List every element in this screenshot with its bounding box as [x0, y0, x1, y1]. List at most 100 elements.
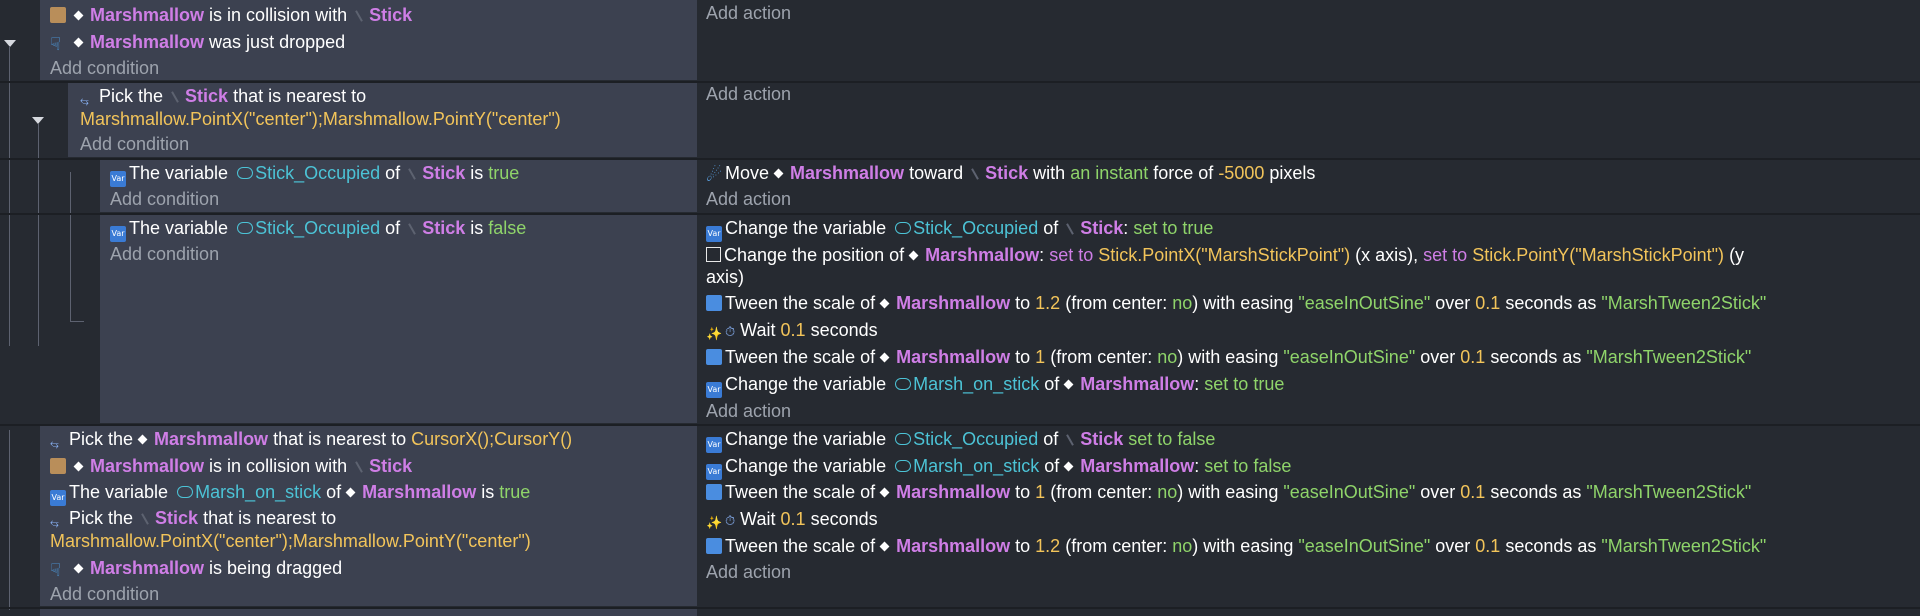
action-text: Change the variable [725, 374, 887, 394]
action-text: Tween the scale of [725, 293, 876, 313]
collapse-event-2-chevron-down-icon[interactable] [32, 117, 44, 124]
add-condition-button[interactable]: Add condition [50, 583, 159, 605]
action-move-toward[interactable]: ☄ Move Marshmallow toward Stick with an in… [706, 162, 1315, 185]
object-variable-icon [237, 167, 254, 179]
action-text: of [1044, 456, 1060, 476]
condition-text: of [385, 218, 401, 238]
action-wait[interactable]: ✨ ⏱ Wait 0.1 seconds [706, 319, 878, 341]
object-name: Marshmallow [896, 536, 1011, 556]
condition-collision[interactable]: Marshmallow is in collision with Stick [50, 455, 412, 477]
event-4-conditions[interactable]: Var The variable Stick_Occupied of Stick … [100, 215, 697, 423]
stick-icon [141, 513, 149, 525]
stick-icon [355, 461, 363, 473]
event-2-conditions[interactable]: ⥃ Pick the Stick that is nearest to Marsh… [68, 83, 697, 157]
collapse-event-1-chevron-down-icon[interactable] [4, 40, 16, 47]
add-action-button[interactable]: Add action [706, 400, 791, 422]
force-type: an instant [1070, 163, 1149, 183]
action-wait[interactable]: ✨ ⏱ Wait 0.1 seconds [706, 508, 878, 530]
drag-icon: ☟ [50, 560, 61, 580]
action-tween-scale[interactable]: Tween the scale of Marshmallow to 1.2 (fr… [706, 292, 1766, 314]
tween-icon [706, 484, 722, 500]
variable-icon: Var [706, 382, 722, 398]
condition-text: that is nearest to [203, 508, 337, 528]
stick-icon [355, 10, 363, 22]
tree-line [9, 46, 10, 346]
add-condition-button[interactable]: Add condition [110, 188, 219, 210]
action-change-variable[interactable]: Var Change the variable Stick_Occupied of… [706, 428, 1215, 453]
add-condition-button[interactable]: Add condition [50, 57, 159, 79]
action-tween-scale[interactable]: Tween the scale of Marshmallow to 1.2 (fr… [706, 535, 1766, 557]
condition-variable-check[interactable]: Var The variable Stick_Occupied of Stick … [110, 217, 526, 242]
action-text: of [1044, 374, 1060, 394]
easing-value: "easeInOutSine" [1283, 482, 1416, 502]
action-change-variable[interactable]: Var Change the variable Stick_Occupied of… [706, 217, 1213, 242]
variable-icon: Var [110, 226, 126, 242]
position-expression: Marshmallow.PointX("center");Marshmallow… [80, 109, 561, 129]
event-3-actions[interactable]: ☄ Move Marshmallow toward Stick with an in… [699, 160, 1920, 212]
action-tween-scale[interactable]: Tween the scale of Marshmallow to 1 (from… [706, 481, 1751, 503]
event-2-actions[interactable]: Add action [699, 83, 1920, 157]
condition-variable-check[interactable]: Var The variable Marsh_on_stick of Marshma… [50, 481, 531, 506]
object-name: Marshmallow [1080, 374, 1195, 394]
action-tween-scale[interactable]: Tween the scale of Marshmallow to 1 (from… [706, 346, 1751, 368]
easing-value: "easeInOutSine" [1298, 536, 1431, 556]
action-change-variable[interactable]: Var Change the variable Marsh_on_stick of… [706, 373, 1284, 398]
condition-text: Pick the [69, 429, 134, 449]
variable-name: Stick_Occupied [255, 163, 381, 183]
action-text: over [1435, 536, 1471, 556]
add-action-button[interactable]: Add action [706, 561, 791, 583]
object-variable-icon [895, 433, 912, 445]
next-event-conditions[interactable] [40, 609, 697, 616]
add-action-button[interactable]: Add action [706, 188, 791, 210]
condition-collision[interactable]: Marshmallow is in collision with Stick [50, 4, 412, 26]
condition-text: of [385, 163, 401, 183]
add-condition-button[interactable]: Add condition [80, 133, 189, 155]
easing-value: "easeInOutSine" [1283, 347, 1416, 367]
boolean-value: true [499, 482, 531, 502]
condition-pick-nearest[interactable]: ⥃ Pick the Stick that is nearest to [50, 507, 336, 529]
from-center-value: no [1157, 482, 1178, 502]
add-condition-button[interactable]: Add condition [110, 243, 219, 265]
scale-value: 1 [1035, 347, 1046, 367]
action-text: Change the variable [725, 429, 887, 449]
event-5-actions[interactable]: Var Change the variable Stick_Occupied of… [699, 426, 1920, 606]
from-center-value: no [1172, 293, 1193, 313]
action-text: to [1015, 293, 1031, 313]
condition-text: Pick the [99, 86, 164, 106]
event-1-actions[interactable]: Add action [699, 0, 1920, 80]
from-center-value: no [1157, 347, 1178, 367]
condition-text: is being dragged [209, 558, 343, 578]
condition-variable-check[interactable]: Var The variable Stick_Occupied of Stick … [110, 162, 519, 187]
action-text: of [1043, 218, 1059, 238]
scale-value: 1 [1035, 482, 1046, 502]
event-1-conditions[interactable]: Marshmallow is in collision with Stick ☟… [40, 0, 697, 80]
scale-value: 1.2 [1035, 293, 1061, 313]
wait-value: 0.1 [780, 320, 806, 340]
diamond-icon [879, 352, 890, 363]
condition-being-dragged[interactable]: ☟ Marshmallow is being dragged [50, 557, 343, 580]
variable-name: Stick_Occupied [913, 429, 1039, 449]
condition-text: is [470, 163, 484, 183]
event-5-conditions[interactable]: ⥃ Pick the Marshmallow that is nearest to … [40, 426, 697, 606]
action-change-position[interactable]: Change the position of Marshmallow: set t… [706, 244, 1744, 266]
object-name: Marshmallow [896, 293, 1011, 313]
object-name: Marshmallow [90, 558, 205, 578]
action-text: to [1015, 347, 1031, 367]
action-text: (y [1729, 245, 1745, 265]
event-4-actions[interactable]: Var Change the variable Stick_Occupied of… [699, 215, 1920, 423]
event-3-conditions[interactable]: Var The variable Stick_Occupied of Stick … [100, 160, 697, 212]
condition-pick-nearest[interactable]: ⥃ Pick the Stick that is nearest to [80, 85, 366, 107]
condition-dropped[interactable]: ☟ Marshmallow was just dropped [50, 31, 345, 54]
condition-pick-nearest[interactable]: ⥃ Pick the Marshmallow that is nearest to … [50, 428, 572, 450]
variable-name: Marsh_on_stick [913, 456, 1040, 476]
action-text: Change the variable [725, 218, 887, 238]
action-text: (from center: [1065, 293, 1168, 313]
add-action-button[interactable]: Add action [706, 2, 791, 24]
variable-icon: Var [706, 226, 722, 242]
action-text: toward [909, 163, 964, 183]
action-text: to [1015, 536, 1031, 556]
action-text: (x axis), [1355, 245, 1419, 265]
action-change-variable[interactable]: Var Change the variable Marsh_on_stick of… [706, 455, 1291, 480]
diamond-icon [1063, 461, 1074, 472]
add-action-button[interactable]: Add action [706, 83, 791, 105]
